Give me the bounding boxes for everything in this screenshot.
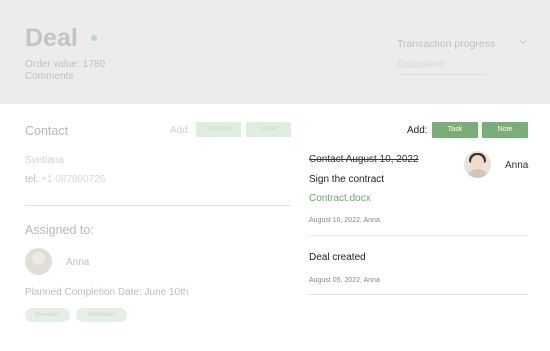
activity-add-label: Add:: [407, 125, 428, 136]
contact-add-label: Add:: [170, 125, 191, 136]
divider: [309, 235, 528, 236]
add-note-button[interactable]: Note: [482, 122, 528, 138]
page-title: Deal: [25, 24, 78, 52]
notification-tag[interactable]: Notification: [76, 308, 127, 322]
activity-entry-meta: August 10, 2022, Anna: [309, 217, 380, 224]
add-sender-button[interactable]: Sender: [246, 122, 291, 137]
contact-section-title: Contact: [25, 124, 69, 138]
divider: [25, 205, 291, 206]
contact-phone: tel: +1 087890726: [25, 174, 105, 185]
assignee-name: Anna: [66, 257, 90, 268]
activity-entry-text: Sign the contract: [309, 174, 385, 185]
activity-entry-title: Contact August 10, 2022: [309, 154, 419, 165]
progress-bar-track: [484, 74, 528, 75]
phone-label: tel:: [25, 174, 39, 185]
divider: [309, 294, 528, 295]
status-dot-icon: [91, 35, 97, 41]
contact-name: Svetlana: [25, 155, 64, 166]
add-company-button[interactable]: Company: [196, 122, 241, 137]
chevron-down-icon[interactable]: [519, 38, 527, 46]
reminder-tag[interactable]: Reminder: [25, 308, 70, 322]
transaction-progress-label[interactable]: Transaction progress: [397, 38, 495, 50]
progress-bar-filled: [397, 74, 484, 75]
activity-entry-user: Anna: [505, 160, 529, 171]
attachment-link[interactable]: Contract.docx: [309, 193, 371, 204]
activity-entry-title: Deal created: [309, 252, 366, 263]
deal-header: Deal Order value: 1780 Comments Transact…: [0, 0, 550, 104]
transaction-progress-value[interactable]: Discussion: [397, 59, 445, 70]
planned-completion-date: Planned Completion Date: June 10th: [25, 287, 189, 298]
avatar: [25, 248, 52, 275]
order-value: Order value: 1780: [25, 59, 106, 70]
assigned-section-title: Assigned to:: [25, 223, 94, 237]
phone-value[interactable]: +1 087890726: [41, 174, 105, 185]
comments-link[interactable]: Comments: [25, 71, 73, 82]
add-task-button[interactable]: Task: [432, 122, 478, 138]
avatar: [464, 151, 491, 178]
activity-entry-meta: August 05, 2022, Anna: [309, 277, 380, 284]
